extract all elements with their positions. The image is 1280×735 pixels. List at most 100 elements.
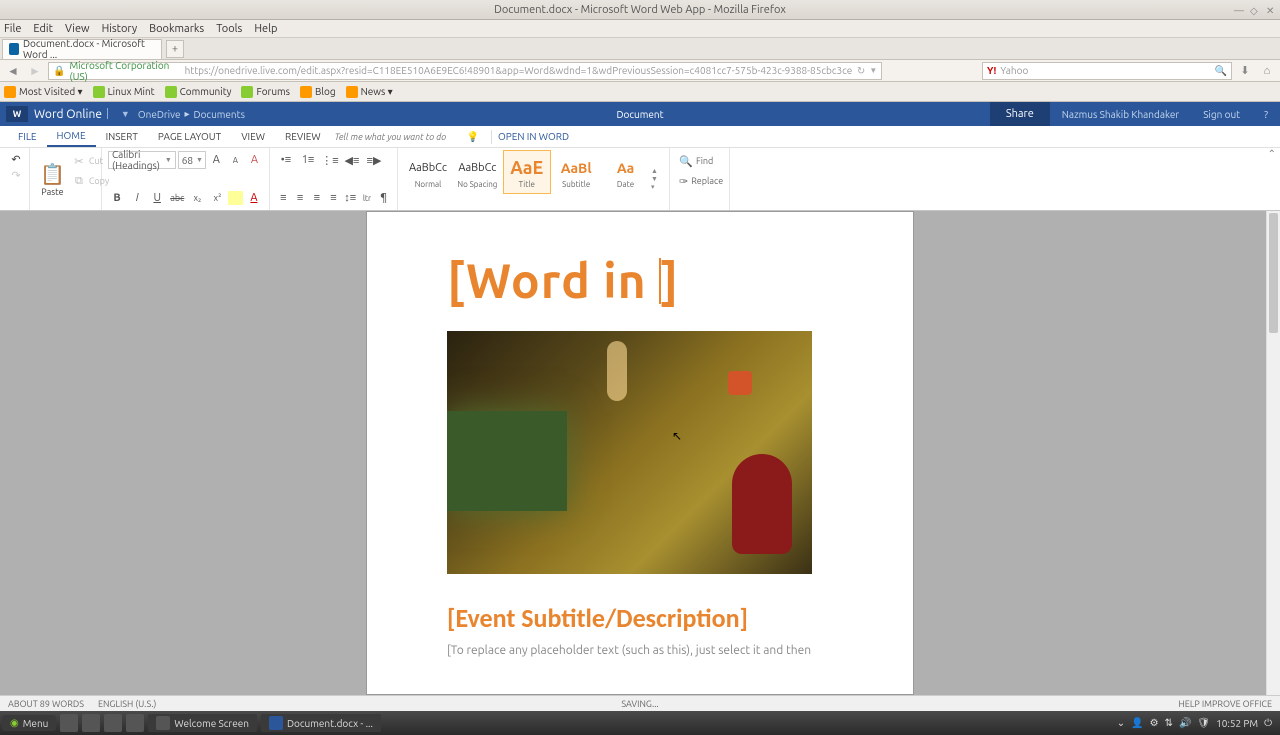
tab-insert[interactable]: INSERT: [96, 126, 148, 147]
tray-volume-icon[interactable]: 🔊: [1179, 717, 1191, 729]
indent-dec-button[interactable]: ◀≡: [342, 151, 362, 169]
styles-up-icon[interactable]: ▲: [651, 167, 663, 175]
tell-me-input[interactable]: [331, 129, 461, 145]
breadcrumb-onedrive[interactable]: OneDrive: [138, 109, 181, 120]
indent-inc-button[interactable]: ≡▶: [364, 151, 384, 169]
style-title[interactable]: AaETitle: [503, 150, 551, 194]
tray-user-icon[interactable]: 👤: [1131, 717, 1143, 729]
shrink-font-button[interactable]: A: [227, 151, 244, 169]
bookmark-most-visited[interactable]: Most Visited ▾: [4, 86, 83, 98]
signout-link[interactable]: Sign out: [1191, 109, 1252, 120]
address-bar[interactable]: 🔒 Microsoft Corporation (US) https://one…: [48, 62, 882, 80]
start-menu-button[interactable]: ◉Menu: [2, 715, 56, 731]
styles-down-icon[interactable]: ▼: [651, 175, 663, 183]
breadcrumb-documents[interactable]: Documents: [194, 109, 245, 120]
menu-help[interactable]: Help: [254, 23, 277, 35]
taskbar-document[interactable]: Document.docx - ...: [261, 714, 381, 732]
tray-logout-icon[interactable]: ⏻: [1264, 717, 1272, 729]
document-image[interactable]: [447, 331, 812, 574]
tab-view[interactable]: VIEW: [231, 126, 275, 147]
bookmark-news[interactable]: News ▾: [346, 86, 393, 98]
chevron-down-icon[interactable]: ▼: [121, 109, 130, 119]
browser-tab[interactable]: Document.docx - Microsoft Word ...: [2, 39, 162, 59]
tab-page-layout[interactable]: PAGE LAYOUT: [148, 126, 231, 147]
align-center-button[interactable]: ≡: [293, 189, 308, 207]
tray-battery-icon[interactable]: 🛡: [1197, 717, 1210, 729]
search-icon[interactable]: 🔍: [1215, 65, 1227, 77]
style-subtitle[interactable]: AaBlSubtitle: [552, 150, 600, 194]
font-family-combo[interactable]: Calibri (Headings)▼: [108, 151, 176, 169]
bookmark-linux-mint[interactable]: Linux Mint: [93, 86, 155, 98]
style-normal[interactable]: AaBbCcNormal: [404, 150, 452, 194]
user-name[interactable]: Nazmus Shakib Khandaker: [1050, 109, 1191, 120]
collapse-ribbon-icon[interactable]: ⌃: [1268, 148, 1276, 160]
multilevel-button[interactable]: ⋮≡: [320, 151, 340, 169]
vertical-scrollbar[interactable]: [1266, 211, 1280, 695]
forward-button[interactable]: ►: [26, 64, 44, 78]
close-icon[interactable]: ✕: [1266, 5, 1276, 15]
undo-button[interactable]: ↶: [9, 152, 23, 166]
redo-button[interactable]: ↷: [9, 168, 23, 182]
superscript-button[interactable]: x²: [208, 189, 226, 207]
subscript-button[interactable]: x₂: [188, 189, 206, 207]
bookmark-community[interactable]: Community: [165, 86, 232, 98]
find-button[interactable]: 🔍Find: [679, 152, 720, 170]
tray-network-icon[interactable]: ⇅: [1165, 717, 1173, 729]
back-button[interactable]: ◄: [4, 64, 22, 78]
menu-tools[interactable]: Tools: [216, 23, 242, 35]
italic-button[interactable]: I: [128, 189, 146, 207]
scrollbar-thumb[interactable]: [1269, 213, 1278, 333]
menu-bookmarks[interactable]: Bookmarks: [149, 23, 204, 35]
align-right-button[interactable]: ≡: [309, 189, 324, 207]
taskbar-welcome[interactable]: Welcome Screen: [148, 714, 257, 732]
clear-format-button[interactable]: A: [246, 151, 263, 169]
share-button[interactable]: Share: [990, 102, 1050, 126]
status-word-count[interactable]: ABOUT 89 WORDS: [8, 699, 84, 709]
maximize-icon[interactable]: ◇: [1250, 5, 1260, 15]
align-left-button[interactable]: ≡: [276, 189, 291, 207]
styles-more-icon[interactable]: ▾: [651, 183, 663, 191]
search-bar[interactable]: Y! Yahoo 🔍: [982, 62, 1232, 80]
bookmark-blog[interactable]: Blog: [300, 86, 336, 98]
font-color-button[interactable]: A: [245, 189, 263, 207]
paragraph-marks-button[interactable]: ¶: [376, 189, 391, 207]
highlight-button[interactable]: [228, 191, 242, 205]
bullets-button[interactable]: •≡: [276, 151, 296, 169]
bold-button[interactable]: B: [108, 189, 126, 207]
document-page[interactable]: [Word in ] [Event Subtitle/Description] …: [366, 211, 914, 695]
menu-history[interactable]: History: [102, 23, 138, 35]
underline-button[interactable]: U: [148, 189, 166, 207]
tray-clock[interactable]: 10:52 PM: [1216, 718, 1258, 729]
open-in-word-link[interactable]: OPEN IN WORD: [498, 131, 569, 142]
files-icon[interactable]: [82, 714, 100, 732]
grow-font-button[interactable]: A: [208, 151, 225, 169]
status-language[interactable]: ENGLISH (U.S.): [98, 699, 156, 709]
menu-edit[interactable]: Edit: [33, 23, 53, 35]
tray-arrow-icon[interactable]: ⌄: [1117, 717, 1125, 729]
menu-view[interactable]: View: [65, 23, 90, 35]
bookmark-forums[interactable]: Forums: [241, 86, 290, 98]
style-date[interactable]: AaDate: [602, 150, 650, 194]
tab-file[interactable]: FILE: [8, 126, 47, 147]
strike-button[interactable]: abc: [168, 189, 186, 207]
tab-home[interactable]: HOME: [47, 126, 96, 147]
document-subtitle[interactable]: [Event Subtitle/Description]: [447, 602, 833, 636]
firefox-icon[interactable]: [126, 714, 144, 732]
home-icon[interactable]: ⌂: [1258, 65, 1276, 77]
downloads-icon[interactable]: ⬇: [1236, 64, 1254, 77]
help-icon[interactable]: ?: [1252, 109, 1280, 120]
replace-button[interactable]: ✑Replace: [679, 172, 720, 190]
new-tab-button[interactable]: +: [166, 40, 184, 58]
paste-button[interactable]: 📋 Paste: [36, 150, 69, 208]
document-body-text[interactable]: [To replace any placeholder text (such a…: [447, 644, 833, 657]
document-canvas[interactable]: [Word in ] [Event Subtitle/Description] …: [0, 211, 1280, 695]
dropdown-icon[interactable]: ▼: [869, 66, 877, 75]
justify-button[interactable]: ≡: [326, 189, 341, 207]
status-help-improve[interactable]: HELP IMPROVE OFFICE: [1179, 699, 1272, 709]
text-direction-button[interactable]: ltr: [360, 189, 375, 207]
terminal-icon[interactable]: [104, 714, 122, 732]
show-desktop-icon[interactable]: [60, 714, 78, 732]
style-no-spacing[interactable]: AaBbCcNo Spacing: [453, 150, 501, 194]
document-name[interactable]: Document: [616, 109, 663, 120]
reload-icon[interactable]: ↻: [857, 65, 865, 77]
